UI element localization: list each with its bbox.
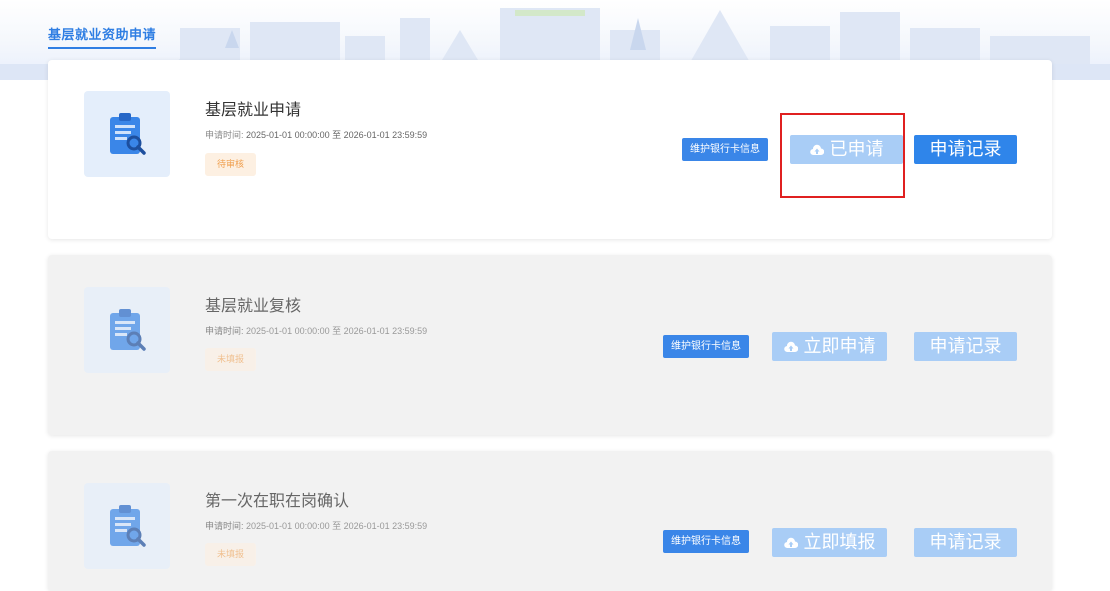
- apply-now-button-label: 立即申请: [803, 336, 876, 356]
- application-time: 申请时间: 2025-01-01 00:00:00 至 2026-01-01 2…: [205, 519, 427, 532]
- application-card-2: 基层就业复核 申请时间: 2025-01-01 00:00:00 至 2026-…: [48, 255, 1052, 435]
- application-time: 申请时间: 2025-01-01 00:00:00 至 2026-01-01 2…: [205, 324, 427, 337]
- highlight-box: [780, 113, 905, 198]
- time-range: 2025-01-01 00:00:00 至 2026-01-01 23:59:5…: [246, 521, 428, 531]
- time-label: 申请时间:: [205, 521, 244, 531]
- page-title[interactable]: 基层就业资助申请: [48, 24, 157, 49]
- card-title: 基层就业复核: [205, 298, 302, 315]
- maintain-bank-card-button[interactable]: 维护银行卡信息: [663, 530, 749, 553]
- status-badge: 待审核: [205, 153, 256, 176]
- application-time: 申请时间: 2025-01-01 00:00:00 至 2026-01-01 2…: [205, 128, 427, 141]
- fill-now-button-label: 立即填报: [803, 532, 876, 552]
- fill-now-button[interactable]: 立即填报: [772, 528, 887, 557]
- maintain-bank-card-button[interactable]: 维护银行卡信息: [682, 138, 768, 161]
- clipboard-search-icon: [84, 91, 170, 177]
- time-label: 申请时间:: [205, 130, 244, 140]
- maintain-bank-card-button[interactable]: 维护银行卡信息: [663, 335, 749, 358]
- time-label: 申请时间:: [205, 326, 244, 336]
- clipboard-search-icon: [84, 483, 170, 569]
- card-title: 基层就业申请: [205, 102, 302, 119]
- status-badge: 未填报: [205, 348, 256, 371]
- card-title: 第一次在职在岗确认: [205, 493, 350, 510]
- application-card-3: 第一次在职在岗确认 申请时间: 2025-01-01 00:00:00 至 20…: [48, 451, 1052, 591]
- apply-now-button[interactable]: 立即申请: [772, 332, 887, 361]
- application-record-button[interactable]: 申请记录: [914, 135, 1017, 164]
- cloud-upload-icon: [783, 341, 798, 352]
- time-range: 2025-01-01 00:00:00 至 2026-01-01 23:59:5…: [246, 130, 428, 140]
- cloud-upload-icon: [783, 537, 798, 548]
- clipboard-search-icon: [84, 287, 170, 373]
- status-badge: 未填报: [205, 543, 256, 566]
- application-record-button[interactable]: 申请记录: [914, 332, 1017, 361]
- application-record-button[interactable]: 申请记录: [914, 528, 1017, 557]
- time-range: 2025-01-01 00:00:00 至 2026-01-01 23:59:5…: [246, 326, 428, 336]
